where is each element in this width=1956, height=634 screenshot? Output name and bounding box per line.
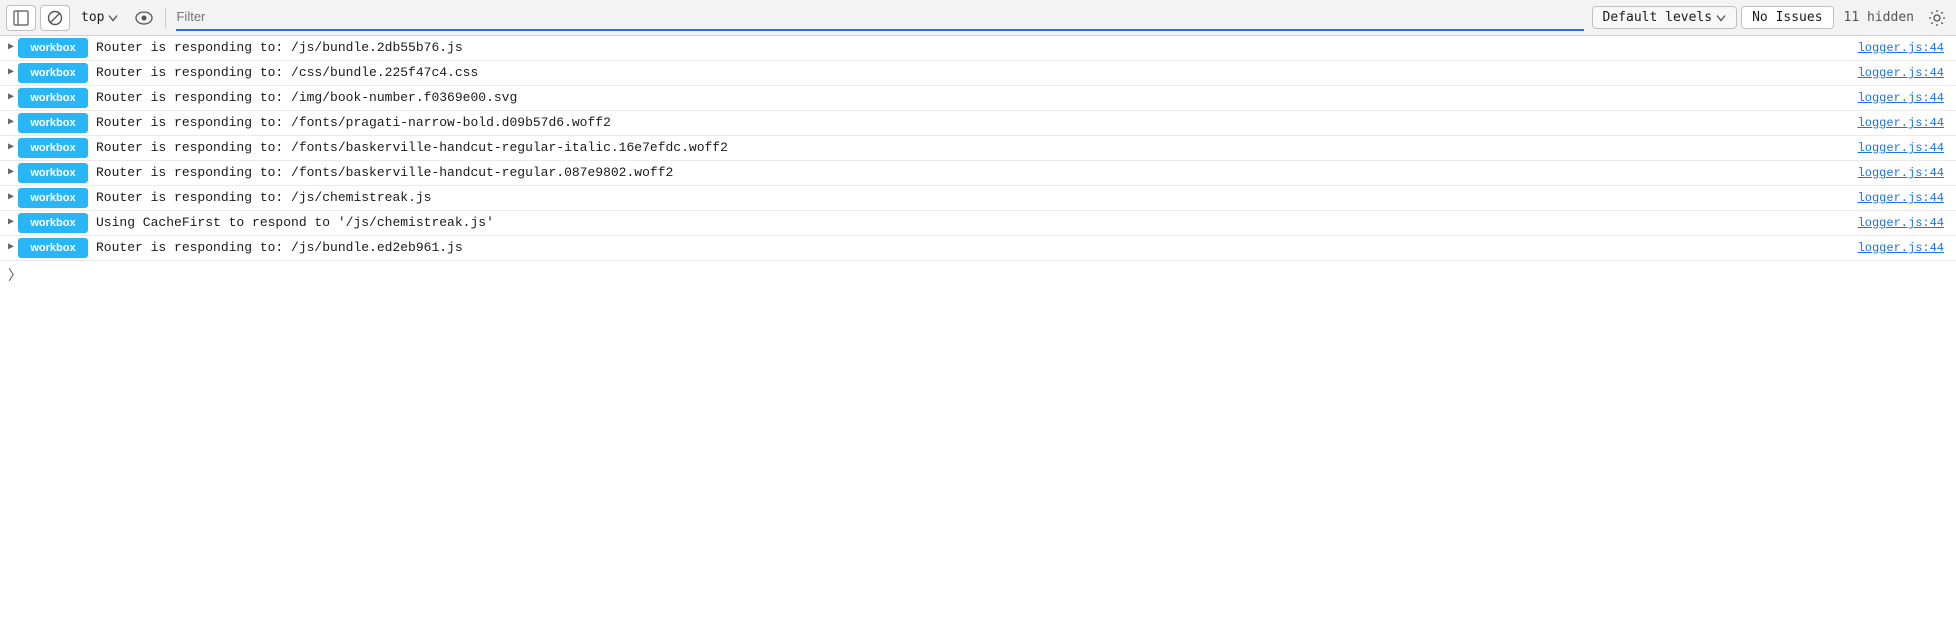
table-row: ▶workbox Router is responding to: /fonts/… (0, 111, 1956, 136)
filter-container (176, 5, 1583, 31)
console-toolbar: top Default levels No Issues 11 hidden (0, 0, 1956, 36)
source-link[interactable]: logger.js:44 (1858, 164, 1956, 182)
source-link[interactable]: logger.js:44 (1858, 214, 1956, 232)
table-row: ▶workbox Router is responding to: /fonts/… (0, 136, 1956, 161)
expand-arrow[interactable]: ▶ (4, 39, 18, 57)
block-icon (47, 10, 63, 26)
source-link[interactable]: logger.js:44 (1858, 139, 1956, 157)
console-prompt[interactable]: 〉 (0, 261, 1956, 289)
console-message-text: Using CacheFirst to respond to '/js/chem… (96, 214, 1850, 232)
source-link[interactable]: logger.js:44 (1858, 39, 1956, 57)
settings-button[interactable] (1924, 5, 1950, 31)
console-area: ▶workboxRouter is responding to: /js/bun… (0, 36, 1956, 261)
table-row: ▶workbox Router is responding to: /js/che… (0, 186, 1956, 211)
expand-arrow[interactable]: ▶ (4, 114, 18, 132)
workbox-badge: workbox (18, 213, 88, 233)
console-message-text: Router is responding to: /js/bundle.2db5… (96, 39, 1850, 57)
expand-arrow[interactable]: ▶ (4, 64, 18, 82)
workbox-badge: workbox (18, 138, 88, 158)
hidden-count: 11 hidden (1838, 10, 1920, 25)
table-row: ▶workbox Router is responding to: /img/bo… (0, 86, 1956, 111)
expand-arrow[interactable]: ▶ (4, 139, 18, 157)
console-message-text: Router is responding to: /fonts/baskervi… (96, 164, 1850, 182)
levels-label: Default levels (1603, 10, 1713, 25)
console-message-text: Router is responding to: /fonts/pragati-… (96, 114, 1850, 132)
table-row: ▶workbox Router is responding to: /css/bu… (0, 61, 1956, 86)
context-selector[interactable]: top (74, 7, 125, 28)
eye-toggle-button[interactable] (129, 5, 159, 31)
source-link[interactable]: logger.js:44 (1858, 89, 1956, 107)
filter-input[interactable] (176, 9, 1583, 24)
workbox-badge: workbox (18, 188, 88, 208)
issues-label: No Issues (1752, 10, 1822, 25)
table-row: ▶workbox Router is responding to: /js/bun… (0, 236, 1956, 261)
console-message-text: Router is responding to: /fonts/baskervi… (96, 139, 1850, 157)
panel-icon (13, 10, 29, 26)
prompt-caret[interactable]: 〉 (8, 265, 22, 285)
levels-dropdown-button[interactable]: Default levels (1592, 6, 1738, 29)
console-message-text: Router is responding to: /js/chemistreak… (96, 189, 1850, 207)
workbox-badge: workbox (18, 113, 88, 133)
workbox-badge: workbox (18, 63, 88, 83)
console-message-text: Router is responding to: /js/bundle.ed2e… (96, 239, 1850, 257)
issues-button[interactable]: No Issues (1741, 6, 1833, 29)
expand-arrow[interactable]: ▶ (4, 164, 18, 182)
source-link[interactable]: logger.js:44 (1858, 114, 1956, 132)
expand-arrow[interactable]: ▶ (4, 214, 18, 232)
expand-arrow[interactable]: ▶ (4, 89, 18, 107)
toolbar-separator (165, 8, 166, 28)
sidebar-toggle-button[interactable] (6, 5, 36, 31)
context-label: top (81, 10, 104, 25)
table-row: ▶workbox Using CacheFirst to respond to '… (0, 211, 1956, 236)
table-row: ▶workbox Router is responding to: /js/bun… (0, 36, 1956, 61)
workbox-badge: workbox (18, 38, 88, 58)
source-link[interactable]: logger.js:44 (1858, 239, 1956, 257)
table-row: ▶workbox Router is responding to: /fonts/… (0, 161, 1956, 186)
chevron-down-icon (108, 14, 118, 22)
source-link[interactable]: logger.js:44 (1858, 189, 1956, 207)
console-message-text: Router is responding to: /css/bundle.225… (96, 64, 1850, 82)
console-message-text: Router is responding to: /img/book-numbe… (96, 89, 1850, 107)
workbox-badge: workbox (18, 238, 88, 258)
chevron-down-icon-levels (1716, 14, 1726, 22)
workbox-badge: workbox (18, 163, 88, 183)
workbox-badge: workbox (18, 88, 88, 108)
eye-icon (135, 11, 153, 25)
expand-arrow[interactable]: ▶ (4, 189, 18, 207)
source-link[interactable]: logger.js:44 (1858, 64, 1956, 82)
gear-icon (1928, 9, 1946, 27)
clear-console-button[interactable] (40, 5, 70, 31)
expand-arrow[interactable]: ▶ (4, 239, 18, 257)
